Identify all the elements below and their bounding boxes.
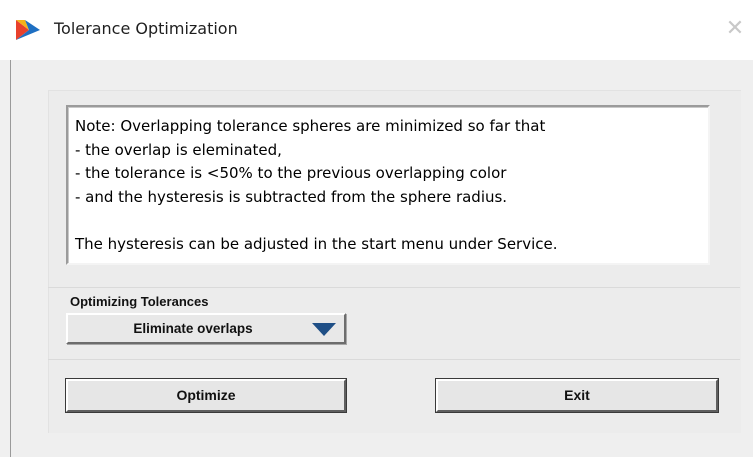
app-logo-icon <box>16 20 40 40</box>
note-line: - and the hysteresis is subtracted from … <box>75 187 508 206</box>
panel-divider <box>48 359 740 360</box>
chevron-down-icon[interactable] <box>312 323 336 336</box>
close-icon[interactable]: ✕ <box>722 16 748 42</box>
optimizing-tolerances-label: Optimizing Tolerances <box>70 294 209 309</box>
note-line: Note: Overlapping tolerance spheres are … <box>75 117 546 135</box>
window-title: Tolerance Optimization <box>54 19 238 38</box>
note-text-box: Note: Overlapping tolerance spheres are … <box>66 105 710 265</box>
optimize-button[interactable]: Optimize <box>65 378 347 413</box>
note-line: - the tolerance is <50% to the previous … <box>75 164 507 182</box>
dropdown-selected-value: Eliminate overlaps <box>133 321 253 336</box>
optimizing-mode-dropdown[interactable]: Eliminate overlaps <box>66 313 346 344</box>
panel-divider <box>48 287 740 288</box>
note-line: - the overlap is eleminated, <box>75 140 282 159</box>
note-text: Note: Overlapping tolerance spheres are … <box>75 115 702 256</box>
note-line: The hysteresis can be adjusted in the st… <box>75 234 558 253</box>
dialog-window: Tolerance Optimization ✕ Note: Overlappi… <box>0 0 753 457</box>
note-line <box>75 209 702 233</box>
title-bar[interactable]: Tolerance Optimization ✕ <box>0 0 753 60</box>
exit-button[interactable]: Exit <box>435 378 719 413</box>
